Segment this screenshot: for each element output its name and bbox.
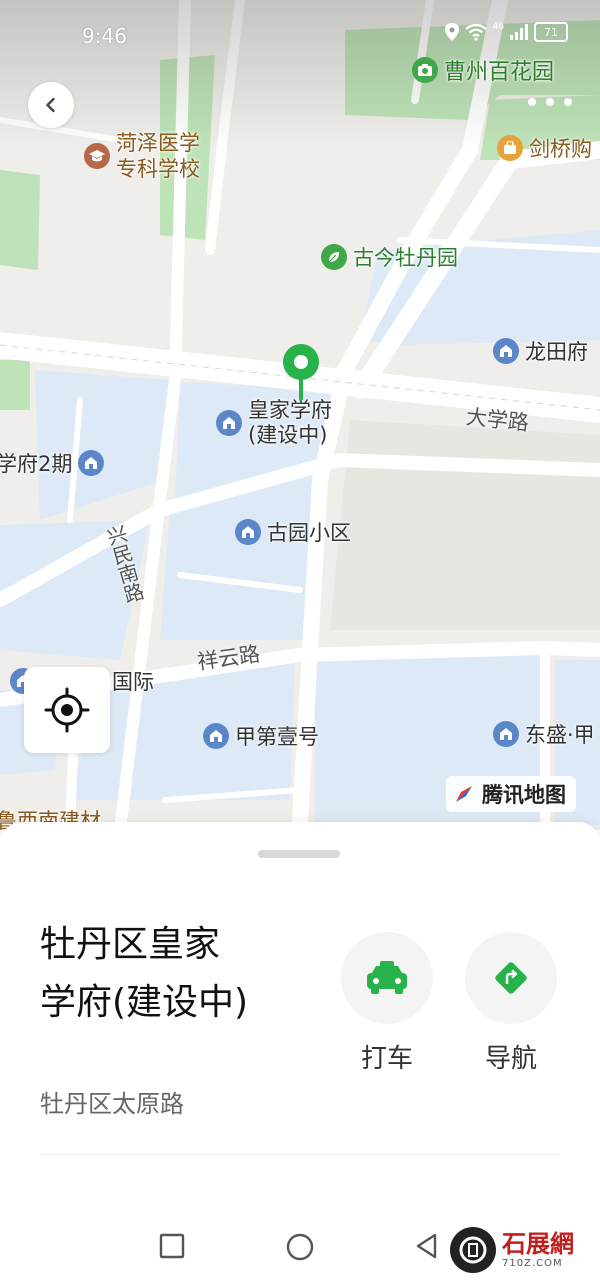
navigation-label: 导航 bbox=[484, 1044, 537, 1074]
navigation-button-circle bbox=[465, 932, 557, 1024]
back-button[interactable] bbox=[28, 82, 74, 128]
house-icon bbox=[493, 338, 519, 364]
poi-label: 剑桥购 bbox=[529, 137, 592, 161]
poi-huangjia-xuefu[interactable]: 皇家学府 (建设中) bbox=[216, 398, 332, 448]
shopping-bag-icon bbox=[497, 135, 523, 161]
navigation-button[interactable]: 导航 bbox=[463, 932, 559, 1075]
place-title: 牡丹区皇家 学府(建设中) bbox=[40, 916, 300, 1032]
location-pin-icon bbox=[283, 344, 319, 401]
map-brand: 腾讯地图 bbox=[446, 776, 576, 812]
poi-label: 甲第壹号 bbox=[235, 725, 319, 749]
poi-heze-medical-college[interactable]: 菏泽医学 专科学校 bbox=[84, 130, 200, 182]
home-icon[interactable] bbox=[285, 1232, 315, 1262]
divider bbox=[40, 1154, 560, 1155]
more-options-button[interactable] bbox=[528, 90, 572, 114]
network-type: 46 bbox=[492, 22, 504, 32]
poi-gujin-mudanyuan[interactable]: 古今牡丹园 bbox=[321, 242, 458, 272]
leaf-icon bbox=[321, 244, 347, 270]
poi-label-line2: 专科学校 bbox=[116, 157, 200, 181]
signal-icon bbox=[510, 24, 528, 40]
compass-logo-icon bbox=[456, 786, 472, 802]
house-icon bbox=[493, 721, 519, 747]
battery-icon: 71 bbox=[534, 22, 568, 42]
status-icons: 46 71 bbox=[444, 22, 568, 42]
taxi-label: 打车 bbox=[360, 1044, 413, 1074]
back-nav-icon[interactable] bbox=[413, 1232, 441, 1260]
watermark-logo bbox=[450, 1227, 496, 1273]
poi-jianqiao-shopping[interactable]: 剑桥购 bbox=[497, 133, 592, 163]
location-icon bbox=[444, 23, 459, 41]
sheet-drag-handle[interactable] bbox=[258, 850, 340, 858]
road-label-daxue-lu: 大学路 bbox=[464, 404, 530, 436]
poi-label: 古园小区 bbox=[267, 521, 351, 545]
school-icon bbox=[84, 143, 110, 169]
place-address: 牡丹区太原路 bbox=[40, 1090, 184, 1118]
poi-label-line2: (建设中) bbox=[248, 423, 328, 447]
taxi-button[interactable]: 打车 bbox=[339, 932, 435, 1075]
more-dot-icon bbox=[528, 98, 536, 106]
navigation-icon bbox=[495, 962, 527, 994]
watermark: 石展網 710Z.COM bbox=[450, 1222, 600, 1278]
poi-label: 学府2期 bbox=[0, 452, 73, 476]
map-brand-label: 腾讯地图 bbox=[482, 783, 566, 807]
place-detail-sheet: 牡丹区皇家 学府(建设中) 打车 导航 牡丹区太原路 bbox=[0, 822, 600, 1222]
status-bar: 9:46 46 71 bbox=[0, 0, 600, 70]
battery-level: 71 bbox=[544, 25, 558, 39]
taxi-button-circle bbox=[341, 932, 433, 1024]
watermark-name: 石展網 bbox=[502, 1228, 574, 1258]
watermark-url: 710Z.COM bbox=[502, 1257, 563, 1269]
taxi-icon bbox=[367, 961, 407, 994]
poi-jiadi-yihao[interactable]: 甲第壹号 bbox=[203, 721, 319, 751]
house-icon bbox=[78, 450, 105, 476]
status-time: 9:46 bbox=[82, 24, 127, 48]
place-title-line2: 学府(建设中) bbox=[40, 982, 249, 1023]
poi-guyuan-xiaoqu[interactable]: 古园小区 bbox=[235, 517, 351, 547]
poi-label-line1: 菏泽医学 bbox=[116, 131, 200, 155]
recent-apps-icon[interactable] bbox=[158, 1232, 186, 1260]
poi-label: 龙田府 bbox=[525, 340, 588, 364]
poi-label: 国际 bbox=[112, 670, 154, 694]
poi-xuefu-2qi[interactable]: 学府2期 bbox=[0, 448, 105, 478]
locate-me-button[interactable] bbox=[24, 667, 110, 753]
poi-label: 古今牡丹园 bbox=[353, 246, 458, 270]
house-icon bbox=[216, 410, 242, 436]
poi-longtianfu[interactable]: 龙田府 bbox=[493, 336, 588, 366]
crosshair-icon bbox=[44, 687, 90, 733]
house-icon bbox=[235, 519, 261, 545]
house-icon bbox=[203, 723, 229, 749]
place-title-line1: 牡丹区皇家 bbox=[40, 924, 221, 965]
more-dot-icon bbox=[546, 98, 554, 106]
poi-label: 东盛·甲 bbox=[525, 723, 595, 747]
chevron-left-icon bbox=[46, 97, 55, 113]
poi-dongsheng-jia[interactable]: 东盛·甲 bbox=[493, 719, 595, 749]
more-dot-icon bbox=[564, 98, 572, 106]
wifi-icon bbox=[464, 23, 487, 41]
